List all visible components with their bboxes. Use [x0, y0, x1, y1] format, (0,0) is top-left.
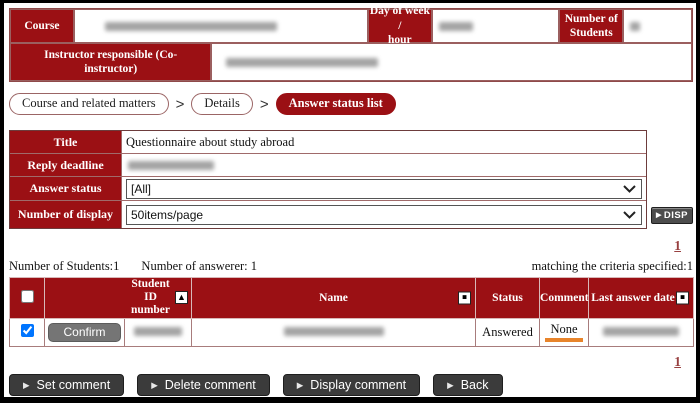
table-row: Confirm Answered None: [10, 318, 694, 346]
number-of-students-value: [623, 9, 692, 43]
summary-counts: Number of Students:1 Number of answerer:…: [9, 259, 693, 274]
student-id-header-label: Student ID number: [131, 278, 170, 318]
breadcrumb-course-and-related-matters[interactable]: Course and related matters: [9, 93, 169, 115]
button-arrow-icon: ▶: [447, 381, 454, 390]
back-button[interactable]: ▶ Back: [433, 374, 502, 396]
answer-status-select-wrap: [All]: [126, 179, 642, 199]
row-name-cell: [192, 318, 476, 346]
redacted-student-count: [630, 22, 640, 31]
header-student-id: Student ID number ▲: [45, 278, 192, 319]
set-comment-button[interactable]: ▶ Set comment: [9, 374, 124, 396]
redacted-student-id: [134, 327, 182, 336]
comment-none-value: None: [545, 322, 582, 342]
row-select-cell: [10, 318, 45, 346]
sort-icon[interactable]: ■: [676, 291, 689, 304]
breadcrumb-answer-status-list[interactable]: Answer status list: [276, 93, 396, 115]
number-of-display-select[interactable]: 50items/page: [126, 205, 642, 225]
button-arrow-icon: ▶: [297, 381, 304, 390]
day-of-week-label: Day of week / hour: [368, 9, 432, 43]
footer-actions: ▶ Set comment ▶ Delete comment ▶ Display co…: [9, 374, 503, 396]
disp-button-label: DISP: [664, 210, 688, 221]
disp-arrow-icon: ▶: [656, 212, 662, 219]
course-info-table: Course Day of week / hour Number of Stud…: [9, 8, 693, 82]
answer-status-label: Answer status: [10, 177, 122, 200]
row-student-id-cell: [125, 318, 192, 346]
row-last-answer-date-cell: [589, 318, 694, 346]
page-1-link[interactable]: 1: [674, 354, 681, 369]
header-last-answer-date: Last answer date ■: [589, 278, 694, 319]
header-comment: Comment: [540, 278, 589, 319]
breadcrumb: Course and related matters > Details > A…: [9, 92, 396, 116]
row-status-cell: Answered: [476, 318, 540, 346]
number-of-students-label: Number of Students: [559, 9, 623, 43]
number-of-students-count: Number of Students:1: [9, 259, 119, 274]
status-header-label: Status: [492, 292, 523, 304]
delete-comment-button[interactable]: ▶ Delete comment: [137, 374, 270, 396]
button-arrow-icon: ▶: [23, 381, 30, 390]
breadcrumb-details[interactable]: Details: [191, 93, 252, 115]
row-checkbox[interactable]: [21, 324, 34, 337]
disp-button[interactable]: ▶DISP: [651, 207, 693, 224]
reply-deadline-label: Reply deadline: [10, 154, 122, 176]
header-select-all-cell: [10, 278, 45, 319]
redacted-course-name: [105, 22, 277, 31]
answer-status-table: Student ID number ▲ Name ■ Status Commen…: [9, 277, 694, 347]
title-label: Title: [10, 131, 122, 153]
number-of-answerer-count: Number of answerer: 1: [141, 259, 257, 274]
back-label: Back: [461, 378, 489, 392]
pagination-bottom: 1: [4, 353, 696, 371]
row-comment-cell: None: [540, 318, 589, 346]
table-header-row: Student ID number ▲ Name ■ Status Commen…: [10, 278, 694, 319]
matching-criteria-count: matching the criteria specified:1: [532, 259, 693, 274]
header-status: Status: [476, 278, 540, 319]
reply-deadline-value: [122, 154, 646, 176]
sort-ascending-icon[interactable]: ▲: [175, 291, 188, 304]
confirm-button[interactable]: Confirm: [48, 323, 120, 342]
redacted-day-hour: [439, 22, 473, 31]
name-header-label: Name: [319, 292, 348, 304]
answer-status-select[interactable]: [All]: [126, 179, 642, 199]
select-all-checkbox[interactable]: [21, 290, 34, 303]
answer-status-list-window: Course Day of week / hour Number of Stud…: [0, 0, 700, 403]
instructor-label: Instructor responsible (Co- instructor): [10, 43, 211, 81]
display-comment-button[interactable]: ▶ Display comment: [283, 374, 420, 396]
number-of-display-select-wrap: 50items/page: [126, 205, 642, 225]
page-1-link[interactable]: 1: [674, 238, 681, 253]
chevron-right-icon: >: [176, 96, 185, 113]
delete-comment-label: Delete comment: [165, 378, 256, 392]
course-value: [74, 9, 368, 43]
pagination-top: 1: [4, 237, 696, 255]
row-confirm-cell: Confirm: [45, 318, 125, 346]
chevron-right-icon: >: [260, 96, 269, 113]
last-answer-date-header-label: Last answer date: [591, 292, 674, 304]
display-comment-label: Display comment: [310, 378, 406, 392]
title-value: Questionnaire about study abroad: [122, 131, 646, 153]
button-arrow-icon: ▶: [151, 381, 158, 390]
redacted-student-name: [284, 327, 384, 336]
set-comment-label: Set comment: [37, 378, 111, 392]
header-name: Name ■: [192, 278, 476, 319]
sort-icon[interactable]: ■: [458, 291, 471, 304]
instructor-value: [211, 43, 692, 81]
questionnaire-filter-table: Title Questionnaire about study abroad R…: [9, 130, 647, 229]
redacted-last-answer-date: [603, 327, 679, 336]
redacted-instructor-name: [226, 58, 378, 67]
number-of-display-label: Number of display: [10, 201, 122, 228]
course-label: Course: [10, 9, 74, 43]
redacted-deadline: [128, 161, 214, 170]
day-of-week-value: [432, 9, 560, 43]
comment-header-label: Comment: [540, 292, 589, 304]
